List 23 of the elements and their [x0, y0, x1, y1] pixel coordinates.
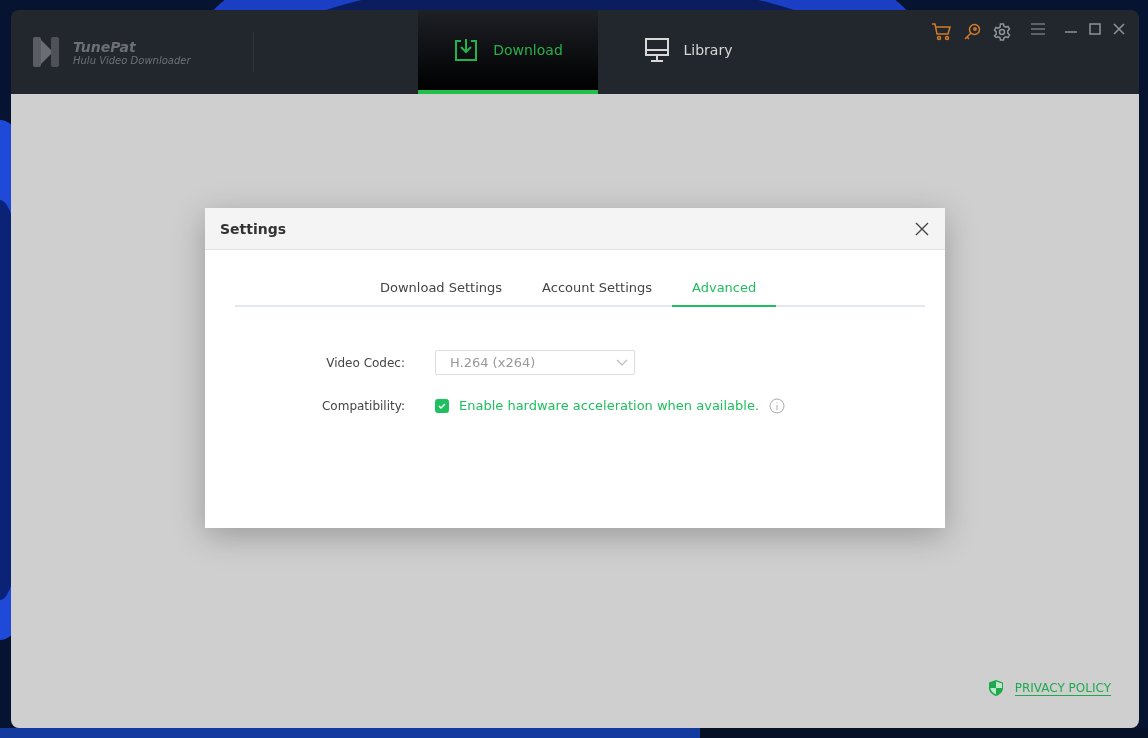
dialog-title: Settings: [220, 220, 287, 237]
app-name: TunePat: [73, 38, 137, 55]
settings-tab[interactable]: Download Settings: [360, 268, 523, 307]
app-subtitle: Hulu Video Downloader: [73, 54, 191, 66]
checkbox[interactable]: [435, 398, 449, 413]
chevron-down-icon: [616, 359, 628, 366]
download-icon: [453, 37, 480, 63]
nav-tab[interactable]: Library: [598, 10, 778, 94]
cart-icon[interactable]: [931, 23, 951, 41]
monitor-icon: [643, 37, 670, 63]
close-icon[interactable]: [1113, 23, 1125, 35]
shield-icon: [988, 680, 1003, 696]
key-icon[interactable]: [963, 23, 981, 41]
menu-icon[interactable]: [1031, 23, 1045, 35]
checkbox-label: Enable hardware acceleration when available.: [459, 398, 760, 413]
field-label: Video Codec:: [325, 355, 406, 370]
settings-tab[interactable]: Account Settings: [522, 268, 673, 307]
close-icon[interactable]: [915, 221, 929, 236]
maximize-icon[interactable]: [1089, 23, 1101, 35]
nav-tab[interactable]: Download: [418, 10, 598, 94]
logo-icon: [33, 37, 59, 67]
field-label: Compatibility:: [321, 398, 406, 413]
settings-icon[interactable]: [993, 23, 1011, 41]
